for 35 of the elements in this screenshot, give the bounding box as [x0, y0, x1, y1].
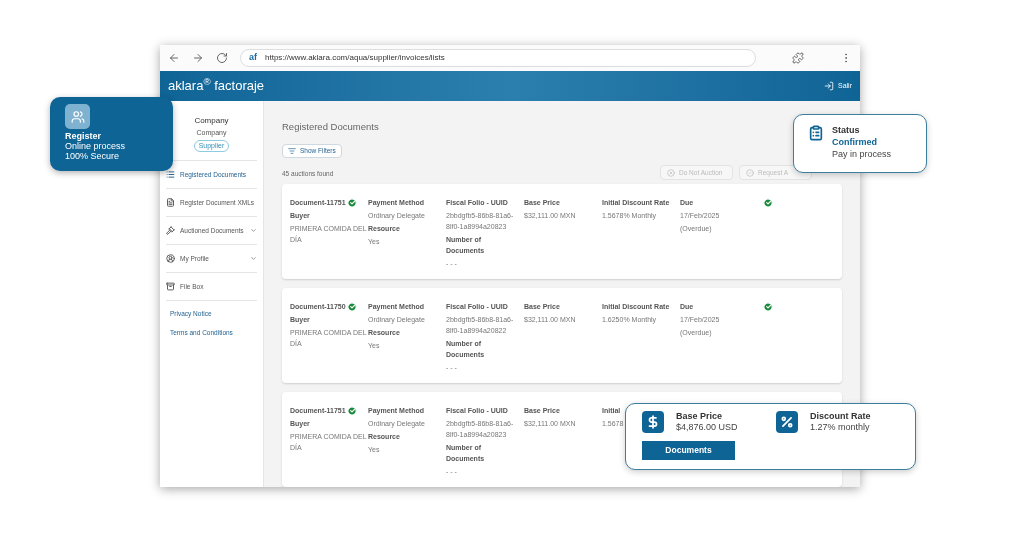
- summary-label: Discount Rate: [810, 411, 871, 422]
- item-icon: [166, 170, 175, 179]
- summary-label: Base Price: [676, 411, 724, 422]
- forward-icon[interactable]: [192, 52, 204, 64]
- page-title: Registered Documents: [282, 120, 379, 134]
- item-icon: [166, 282, 175, 291]
- address-bar[interactable]: af https://www.aklara.com/aqua/supplier/invoices/lists: [240, 49, 756, 67]
- back-icon[interactable]: [168, 52, 180, 64]
- item-icon: [166, 226, 175, 235]
- dollar-icon: [642, 411, 664, 433]
- summary-value: $4,876.00 USD: [676, 422, 738, 433]
- company-name: Company: [194, 115, 229, 127]
- documents-button[interactable]: Documents: [642, 441, 735, 460]
- percent-icon: [776, 411, 798, 433]
- brand-logo: aklara$^{®}$ factoraje: [168, 76, 265, 96]
- cancel-icon: [667, 168, 675, 177]
- register-title: Register: [65, 131, 102, 141]
- item-icon: [166, 254, 175, 263]
- register-text: Online process: [65, 141, 127, 151]
- site-icon: af: [249, 51, 257, 65]
- chevron-icon: [250, 255, 257, 262]
- register-text: 100% Secure: [65, 151, 121, 161]
- extensions-icon[interactable]: [792, 52, 804, 64]
- users-icon: [65, 104, 90, 129]
- chevron-icon: [250, 227, 257, 234]
- item-icon: [166, 198, 175, 207]
- summary-value: 1.27% monthly: [810, 422, 871, 433]
- status-label: Status: [832, 124, 861, 136]
- url-text: https://www.aklara.com/aqua/supplier/invoices/lists: [265, 52, 445, 64]
- check-icon: [746, 168, 754, 177]
- reload-icon[interactable]: [216, 52, 228, 64]
- status-value: Confirmed: [832, 136, 878, 148]
- filter-icon: [288, 147, 296, 156]
- status-note: Pay in process: [832, 148, 892, 160]
- clipboard-icon: [808, 124, 824, 142]
